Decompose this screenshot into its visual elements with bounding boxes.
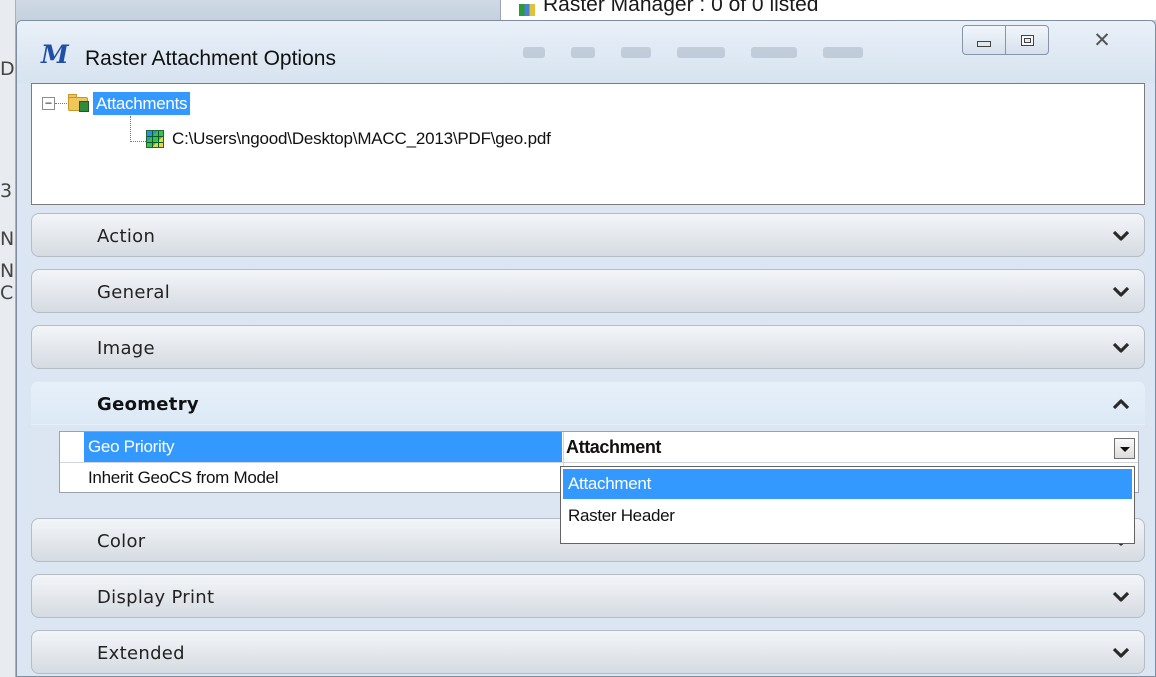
dropdown-option-attachment[interactable]: Attachment [563,469,1132,499]
geo-priority-dropdown-list: Attachment Raster Header [560,466,1135,544]
tree-child-row[interactable]: C:\Users\ngood\Desktop\MACC_2013\PDF\geo… [146,129,551,149]
raster-file-icon [146,130,164,148]
minimize-icon [977,41,991,47]
maximize-icon [1020,34,1034,46]
chevron-down-icon [1112,591,1130,602]
close-icon: ✕ [1093,28,1111,52]
property-label: Inherit GeoCS from Model [88,468,279,487]
window-controls: ✕ [962,25,1139,55]
background-window-titlebar: Raster Manager : 0 of 0 listed [500,0,1156,20]
dropdown-arrow-button[interactable] [1114,438,1135,459]
background-letter: C [0,282,14,304]
section-display-print[interactable]: Display Print [31,574,1145,618]
section-action[interactable]: Action [31,213,1145,257]
chevron-up-icon [1112,399,1130,410]
close-button[interactable]: ✕ [1065,25,1139,55]
tree-connector [55,103,67,104]
background-left-edge: D 3 N N C [0,0,16,677]
section-image[interactable]: Image [31,325,1145,369]
section-label: Display Print [97,587,215,608]
background-letter: D [0,58,15,80]
raster-manager-icon [519,4,535,16]
chevron-down-icon [1112,230,1130,241]
attachments-folder-icon [67,94,91,113]
tree-connector [130,116,131,142]
section-geometry[interactable]: Geometry [31,381,1145,425]
dialog-title: Raster Attachment Options [85,47,336,70]
minimize-button[interactable] [962,25,1006,55]
background-letter: N [0,228,15,250]
section-label: Image [97,338,155,359]
chevron-down-icon [1112,647,1130,658]
tree-root-label[interactable]: Attachments [93,92,191,115]
section-label: Color [97,531,146,552]
background-menubar [523,47,943,63]
tree-connector [130,141,146,142]
dropdown-option-raster-header[interactable]: Raster Header [563,501,1132,531]
raster-attachment-options-dialog: M Raster Attachment Options ✕ − Attachme… [16,20,1156,677]
background-letter: 3 [0,180,13,202]
property-row-geo-priority[interactable]: Geo Priority Attachment [60,432,1138,462]
section-label: Action [97,226,156,247]
dialog-titlebar[interactable]: M Raster Attachment Options ✕ [17,21,1155,83]
collapse-icon[interactable]: − [42,97,55,110]
property-label: Geo Priority [84,432,562,462]
section-label: Extended [97,643,185,664]
section-label: General [97,282,171,303]
chevron-down-icon [1112,286,1130,297]
chevron-down-icon [1112,342,1130,353]
section-extended[interactable]: Extended [31,630,1145,674]
section-label: Geometry [97,394,199,415]
maximize-button[interactable] [1005,25,1049,55]
geo-priority-value[interactable]: Attachment [566,432,661,462]
section-general[interactable]: General [31,269,1145,313]
background-letter: N [0,260,15,282]
background-window-title: Raster Manager : 0 of 0 listed [543,0,819,16]
attachments-tree[interactable]: − Attachments C:\Users\ngood\Desktop\MAC… [31,83,1145,205]
tree-root-row[interactable]: − Attachments [42,92,191,115]
attachment-file-path[interactable]: C:\Users\ngood\Desktop\MACC_2013\PDF\geo… [172,129,551,149]
microstation-icon: M [41,40,69,69]
